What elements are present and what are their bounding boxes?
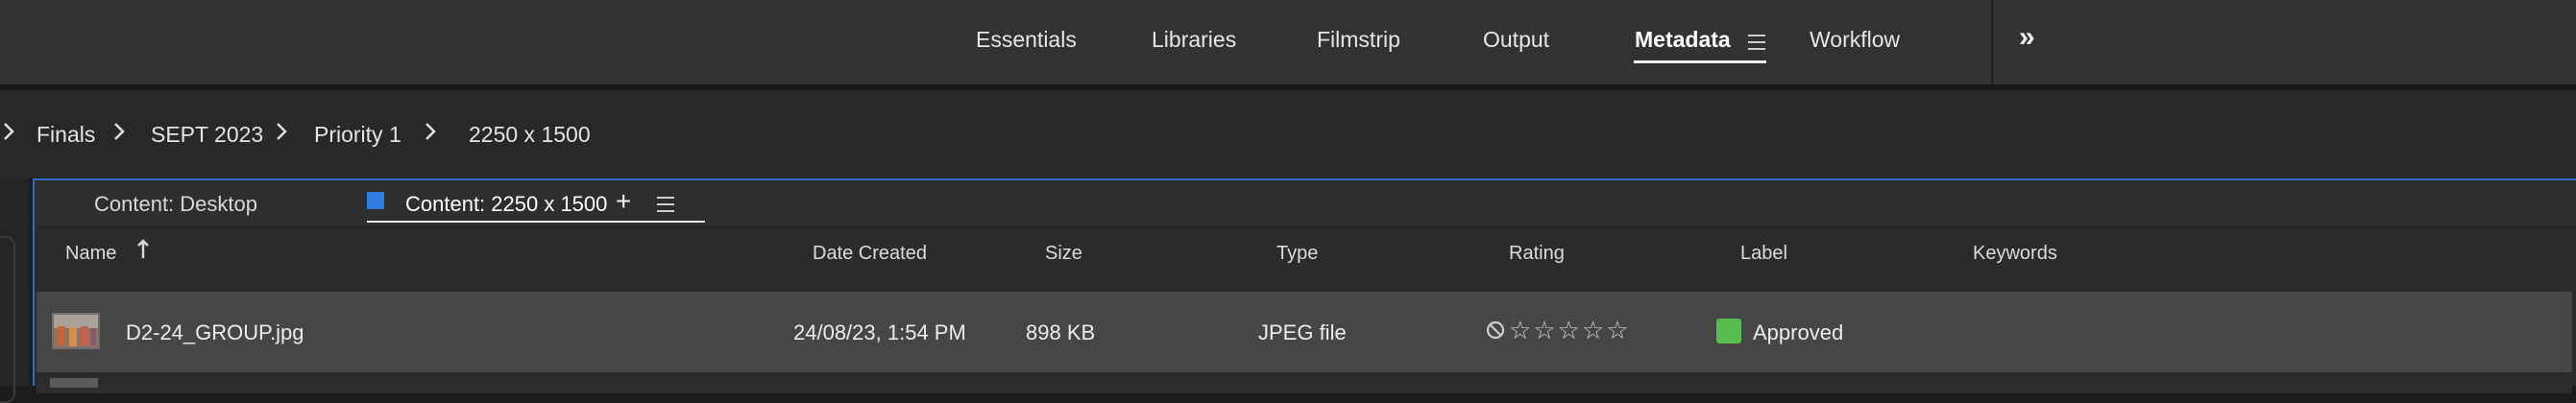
star-icon[interactable]: ☆☆☆☆☆ xyxy=(1509,316,1631,345)
column-header-keywords[interactable]: Keywords xyxy=(1973,243,2057,265)
double-chevron-right-icon[interactable]: » xyxy=(2019,21,2035,54)
collapsed-side-panel xyxy=(0,178,29,403)
chevron-right-icon xyxy=(114,123,125,140)
file-size: 898 KB xyxy=(1026,320,1096,344)
add-tab-icon[interactable]: + xyxy=(616,186,631,217)
workspace-tab-essentials[interactable]: Essentials xyxy=(976,27,1077,53)
sort-ascending-icon[interactable] xyxy=(136,239,150,260)
label-color-swatch xyxy=(1716,319,1741,344)
workspace-tab-metadata[interactable]: Metadata xyxy=(1635,27,1731,53)
panel-resize-handle[interactable] xyxy=(0,236,15,403)
active-tab-indicator xyxy=(367,221,705,223)
workspace-tab-workflow[interactable]: Workflow xyxy=(1810,27,1900,53)
file-thumbnail xyxy=(52,313,100,349)
workspace-divider xyxy=(1991,0,1993,84)
workspace-menu-icon[interactable] xyxy=(1748,35,1765,55)
workspace-tab-filmstrip[interactable]: Filmstrip xyxy=(1317,27,1400,53)
file-type: JPEG file xyxy=(1258,320,1347,344)
file-name: D2-24_GROUP.jpg xyxy=(126,320,304,344)
breadcrumb: Finals SEPT 2023 Priority 1 2250 x 1500 xyxy=(0,90,2576,178)
breadcrumb-item-sept-2023[interactable]: SEPT 2023 xyxy=(151,122,263,148)
panel-menu-icon[interactable] xyxy=(657,197,674,217)
breadcrumb-item-finals[interactable]: Finals xyxy=(36,122,95,148)
chevron-right-icon[interactable] xyxy=(3,122,14,141)
workspace-tab-output[interactable]: Output xyxy=(1483,27,1549,53)
column-header-label[interactable]: Label xyxy=(1740,243,1787,265)
file-date-created: 24/08/23, 1:54 PM xyxy=(793,320,966,344)
chevron-right-icon xyxy=(277,123,287,140)
tab-content-2250x1500[interactable]: Content: 2250 x 1500 xyxy=(405,192,607,217)
tab-content-desktop[interactable]: Content: Desktop xyxy=(94,192,257,217)
column-header-date-created[interactable]: Date Created xyxy=(813,243,927,265)
table-row[interactable]: D2-24_GROUP.jpg 24/08/23, 1:54 PM 898 KB… xyxy=(36,292,2572,372)
breadcrumb-item-current-folder[interactable]: 2250 x 1500 xyxy=(469,122,591,148)
workspace-tab-libraries[interactable]: Libraries xyxy=(1152,27,1236,53)
no-rating-icon[interactable] xyxy=(1486,320,1505,340)
active-workspace-indicator xyxy=(1634,60,1766,63)
file-thumbnail xyxy=(50,378,98,388)
column-header-name[interactable]: Name xyxy=(65,243,116,265)
column-header-type[interactable]: Type xyxy=(1276,243,1318,265)
chevron-right-icon xyxy=(425,123,436,140)
breadcrumb-item-priority-1[interactable]: Priority 1 xyxy=(314,122,401,148)
column-header-row: Name Date Created Size Type Rating Label… xyxy=(35,226,2576,277)
workspace-bar: Essentials Libraries Filmstrip Output Me… xyxy=(0,0,2576,84)
column-header-rating[interactable]: Rating xyxy=(1509,243,1565,265)
column-header-size[interactable]: Size xyxy=(1045,243,1082,265)
active-tab-color-swatch xyxy=(367,192,384,209)
file-label: Approved xyxy=(1753,320,1844,344)
content-panel: Content: Desktop Content: 2250 x 1500 + … xyxy=(33,178,2576,393)
panel-tab-bar: Content: Desktop Content: 2250 x 1500 + xyxy=(35,180,2576,226)
